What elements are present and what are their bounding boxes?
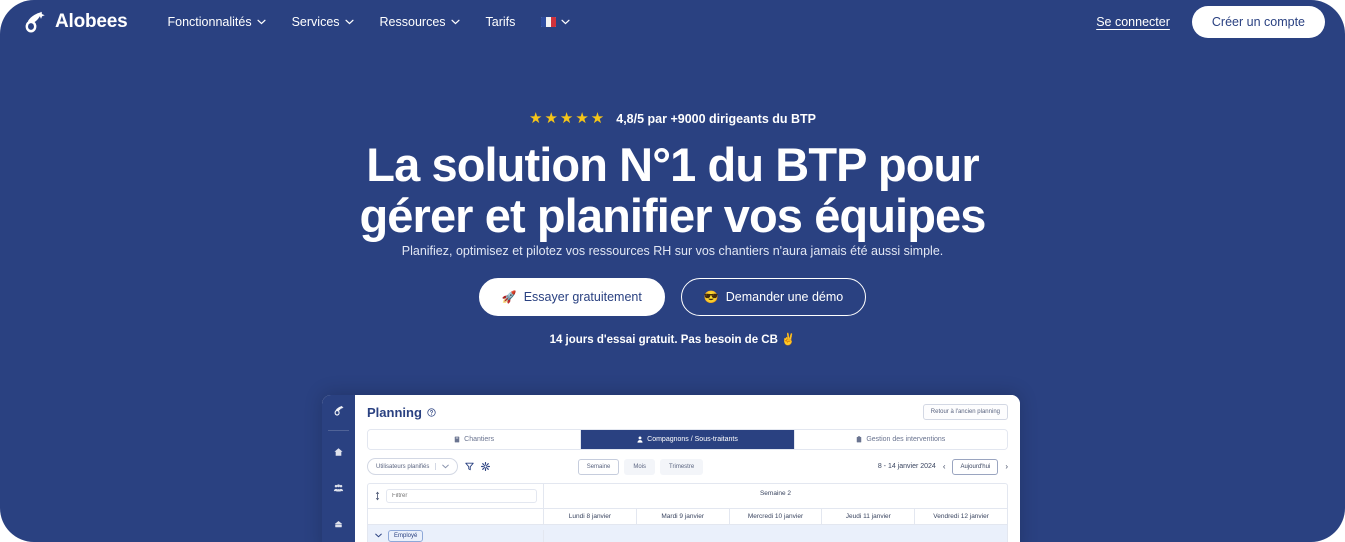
nav-links: Fonctionnalités Services Ressources Tari… [168, 15, 571, 29]
nav-link-label: Tarifs [485, 15, 516, 29]
old-planning-button[interactable]: Retour à l'ancien planning [922, 404, 1008, 420]
hero-section: Alobees Fonctionnalités Services Ressour… [0, 0, 1345, 542]
tab-label: Compagnons / Sous-traitants [647, 436, 738, 443]
day-column-header: Mercredi 10 janvier [730, 509, 823, 524]
alobees-logo-icon [25, 11, 45, 33]
day-column-header: Mardi 9 janvier [637, 509, 730, 524]
rating-block: ★★★★★ 4,8/5 par +9000 dirigeants du BTP [0, 111, 1345, 126]
request-demo-label: Demander une démo [725, 290, 844, 304]
chevron-down-icon [450, 19, 460, 25]
nav-link-fonctionnalites[interactable]: Fonctionnalités [168, 15, 266, 29]
nav-link-ressources[interactable]: Ressources [380, 15, 460, 29]
gear-icon[interactable] [481, 462, 491, 471]
user-filter-label: Utilisateurs planifiés [376, 463, 430, 470]
language-selector[interactable] [541, 17, 570, 27]
view-mois[interactable]: Mois [624, 458, 656, 475]
page-title: La solution N°1 du BTP pour gérer et pla… [0, 139, 1345, 241]
tab-label: Gestion des interventions [866, 436, 946, 443]
sidebar-divider [328, 430, 349, 431]
chevron-down-icon [344, 19, 354, 25]
chevron-down-icon [561, 19, 570, 25]
cta-row: 🚀 Essayer gratuitement 😎 Demander une dé… [0, 278, 1345, 316]
signup-button[interactable]: Créer un compte [1191, 6, 1325, 38]
trial-note: 14 jours d'essai gratuit. Pas besoin de … [549, 334, 796, 346]
try-free-button[interactable]: 🚀 Essayer gratuitement [478, 278, 665, 316]
login-link[interactable]: Se connecter [1096, 15, 1170, 29]
filter-input[interactable] [386, 489, 537, 503]
clipboard-icon [857, 436, 862, 443]
day-column-header: Jeudi 11 janvier [822, 509, 916, 524]
day-column-header: Lundi 8 janvier [544, 509, 637, 524]
person-icon [637, 436, 643, 443]
home-icon[interactable] [331, 447, 346, 457]
rocket-icon: 🚀 [501, 290, 517, 304]
sunglasses-face-icon: 😎 [703, 290, 719, 304]
chevron-down-icon [442, 464, 450, 469]
week-label: Semaine 2 [759, 490, 792, 497]
brand-name: Alobees [55, 11, 128, 32]
help-circle-icon[interactable] [427, 407, 436, 417]
view-semaine[interactable]: Semaine [577, 458, 620, 475]
date-range-label: 8 - 14 janvier 2024 [877, 463, 936, 470]
tab-interventions[interactable]: Gestion des interventions [794, 430, 1007, 449]
planning-grid: Semaine 2 Lundi 8 janvier Mardi 9 janvie… [367, 483, 1008, 542]
nav-actions: Se connecter Créer un compte [1096, 6, 1325, 38]
rating-stars: ★★★★★ [529, 110, 607, 127]
app-titlebar: Planning Retour à l'ancien planning [367, 404, 1008, 420]
app-toolbar: Utilisateurs planifiés Semaine Mois Trim… [367, 458, 1008, 475]
nav-link-services[interactable]: Services [292, 15, 354, 29]
chevron-left-icon[interactable]: ‹ [943, 462, 946, 471]
app-logo-icon[interactable] [330, 405, 348, 416]
chevron-right-icon[interactable]: › [1005, 462, 1008, 471]
funnel-icon[interactable] [465, 462, 475, 471]
grid-header-week: Semaine 2 [368, 484, 1007, 509]
fr-flag-icon [541, 17, 557, 27]
view-segmented-control: Semaine Mois Trimestre [577, 458, 704, 475]
top-navbar: Alobees Fonctionnalités Services Ressour… [0, 0, 1345, 44]
nav-link-tarifs[interactable]: Tarifs [486, 15, 516, 29]
headline-line-2: gérer et planifier vos équipes [359, 189, 987, 243]
today-button[interactable]: Aujourd'hui [952, 458, 999, 475]
date-navigation: 8 - 14 janvier 2024 ‹ Aujourd'hui › [877, 458, 1008, 475]
app-main: Planning Retour à l'ancien planning Chan… [355, 395, 1020, 542]
group-left: Employé [368, 529, 544, 542]
group-row-employe[interactable]: Employé [368, 525, 1007, 542]
chevron-down-icon[interactable] [375, 533, 382, 538]
hero-subtitle: Planifiez, optimisez et pilotez vos ress… [401, 244, 944, 258]
app-sidebar [322, 395, 355, 542]
grid-header-days: Lundi 8 janvier Mardi 9 janvier Mercredi… [368, 509, 1007, 525]
team-icon[interactable] [331, 483, 346, 493]
nav-link-label: Services [291, 15, 340, 29]
grid-header-spacer [368, 509, 544, 524]
nav-link-label: Fonctionnalités [167, 15, 252, 29]
tab-label: Chantiers [464, 436, 495, 443]
headline-line-1: La solution N°1 du BTP pour [366, 138, 979, 191]
app-tabs: Chantiers Compagnons / Sous-traitants Ge… [367, 429, 1008, 450]
rating-text: 4,8/5 par +9000 dirigeants du BTP [616, 111, 816, 126]
view-trimestre[interactable]: Trimestre [660, 458, 704, 475]
grid-filter-cell [368, 484, 544, 508]
day-column-header: Vendredi 12 janvier [933, 513, 989, 520]
sort-icon[interactable] [374, 491, 381, 501]
select-divider [435, 463, 437, 470]
request-demo-button[interactable]: 😎 Demander une démo [680, 278, 867, 316]
building-icon [454, 436, 460, 443]
tab-compagnons[interactable]: Compagnons / Sous-traitants [581, 430, 795, 449]
chevron-down-icon [257, 19, 266, 25]
brand-logo[interactable]: Alobees [22, 10, 128, 34]
app-preview: Planning Retour à l'ancien planning Chan… [322, 395, 1020, 542]
group-chip-label: Employé [388, 529, 424, 542]
try-free-label: Essayer gratuitement [523, 290, 642, 304]
user-filter-select[interactable]: Utilisateurs planifiés [367, 458, 459, 475]
planning-title: Planning [367, 405, 436, 420]
company-icon[interactable] [331, 519, 346, 529]
tab-chantiers[interactable]: Chantiers [368, 430, 582, 449]
nav-link-label: Ressources [379, 15, 446, 29]
planning-title-label: Planning [367, 404, 422, 420]
